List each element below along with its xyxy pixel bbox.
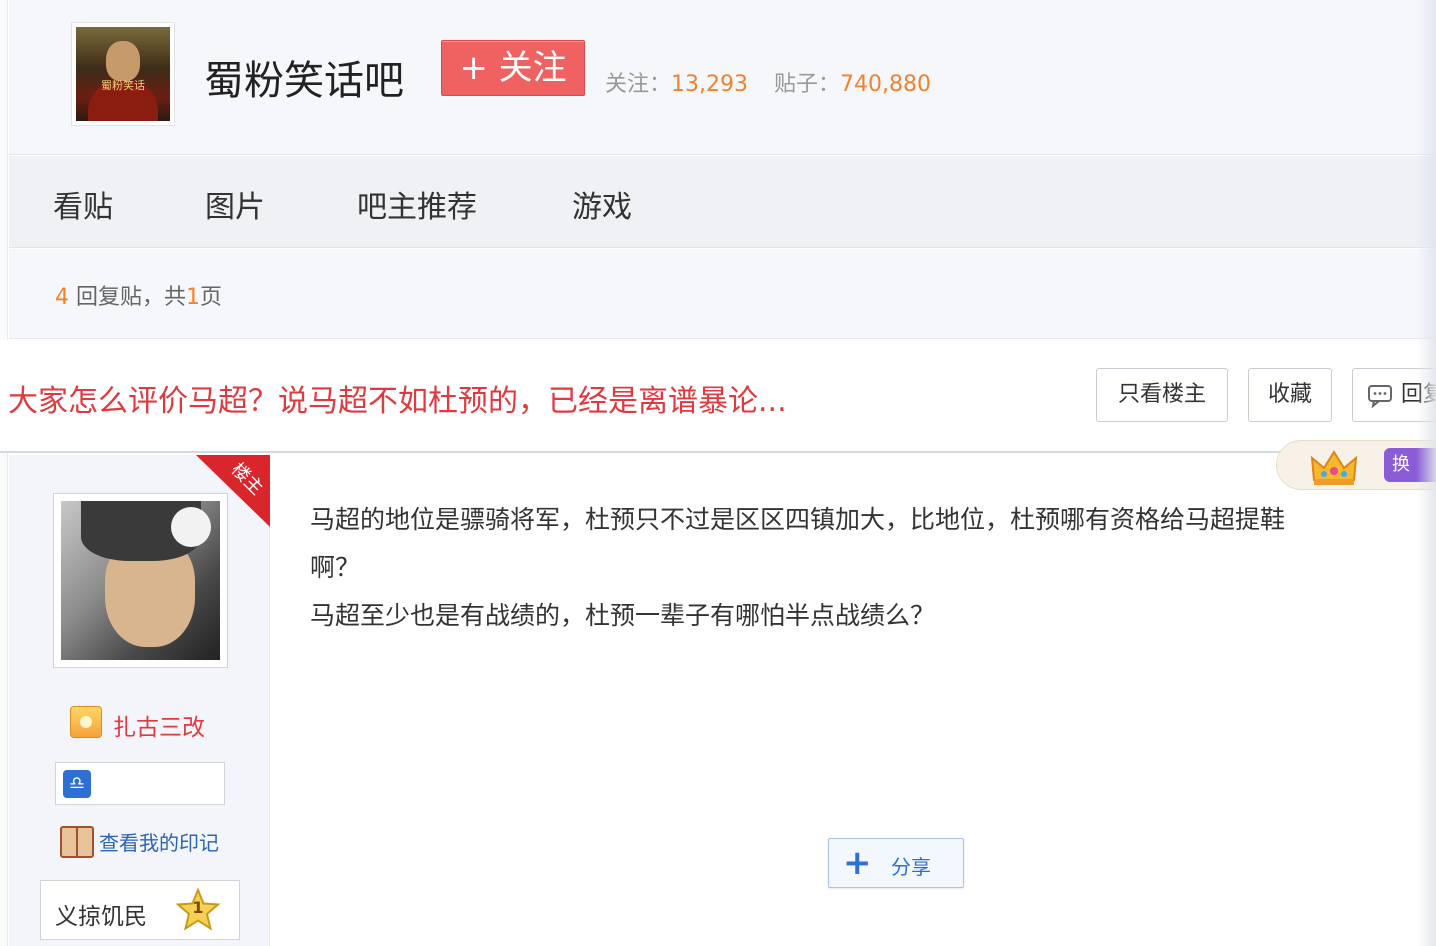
reply-summary: 4 回复贴，共1页 [55,279,222,311]
rank-title: 义掠饥民 [55,904,147,930]
tab-featured[interactable]: 吧主推荐 [357,182,477,226]
forum-logo-image: 蜀粉笑话 [76,27,170,121]
page-unit: 页 [200,285,223,310]
reply-text: 回复贴，共 [76,285,187,310]
reply-count: 4 [55,285,69,310]
post-line-2: 啊？ [310,553,361,582]
page-count: 1 [186,285,201,310]
share-label: 分享 [891,855,931,879]
logo-text: 蜀粉笑话 [101,79,145,92]
tab-games[interactable]: 游戏 [572,182,632,226]
post-content: 马超的地位是骠骑将军，杜预只不过是区区四镇加大，比地位，杜预哪有资格给马超提鞋 … [310,496,1420,640]
left-edge [0,0,8,946]
post-line-1: 马超的地位是骠骑将军，杜预只不过是区区四镇加大，比地位，杜预哪有资格给马超提鞋 [310,505,1286,534]
thread-title-row: 大家怎么评价马超？说马超不如杜预的，已经是离谱暴论... 只看楼主 收藏 回复 [0,340,1436,453]
follow-count-label: 关注： [605,72,672,97]
post-count-label: 贴子： [774,72,841,97]
author-name[interactable]: 扎古三改 [113,708,205,742]
forum-nav: 看贴 图片 吧主推荐 游戏 [9,156,1436,248]
thread-title: 大家怎么评价马超？说马超不如杜预的，已经是离谱暴论... [8,384,787,419]
forum-name[interactable]: 蜀粉笑话吧 [204,48,404,106]
follow-count: 13,293 [671,72,748,97]
plus-icon: + [843,843,872,883]
crown-icon [1310,450,1358,485]
post-line-3: 马超至少也是有战绩的，杜预一辈子有哪怕半点战绩么？ [310,601,936,630]
rank-badge[interactable]: 义掠饥民 1 [40,880,240,940]
tab-posts[interactable]: 看贴 [53,182,113,226]
level-star-icon: 1 [175,887,221,933]
member-icon [70,706,102,738]
view-marks-link[interactable]: 查看我的印记 [99,827,219,856]
scroll-edge-shadow [1416,0,1436,946]
rank-level: 1 [192,898,204,917]
tab-images[interactable]: 图片 [205,182,265,226]
comment-icon [1368,385,1392,408]
user-badges: 换 [1276,440,1436,496]
share-button[interactable]: + 分享 [828,838,964,888]
forum-stats: 关注：13,293 贴子：740,880 [605,66,931,98]
only-op-button[interactable]: 只看楼主 [1096,368,1228,422]
follow-button[interactable]: + 关注 [441,40,585,96]
post-count: 740,880 [840,72,931,97]
libra-icon: ♎ [63,770,91,798]
vip-badge-label: 换 [1392,454,1410,475]
zodiac-box: ♎ [55,762,225,805]
forum-logo[interactable]: 蜀粉笑话 [71,22,175,126]
thread-meta: 4 回复贴，共1页 [9,249,1436,339]
book-icon [60,826,94,858]
avatar[interactable] [53,493,228,668]
page: 蜀粉笑话 蜀粉笑话吧 + 关注 关注：13,293 贴子：740,880 看贴 图… [0,0,1436,946]
favorite-button[interactable]: 收藏 [1248,368,1332,422]
